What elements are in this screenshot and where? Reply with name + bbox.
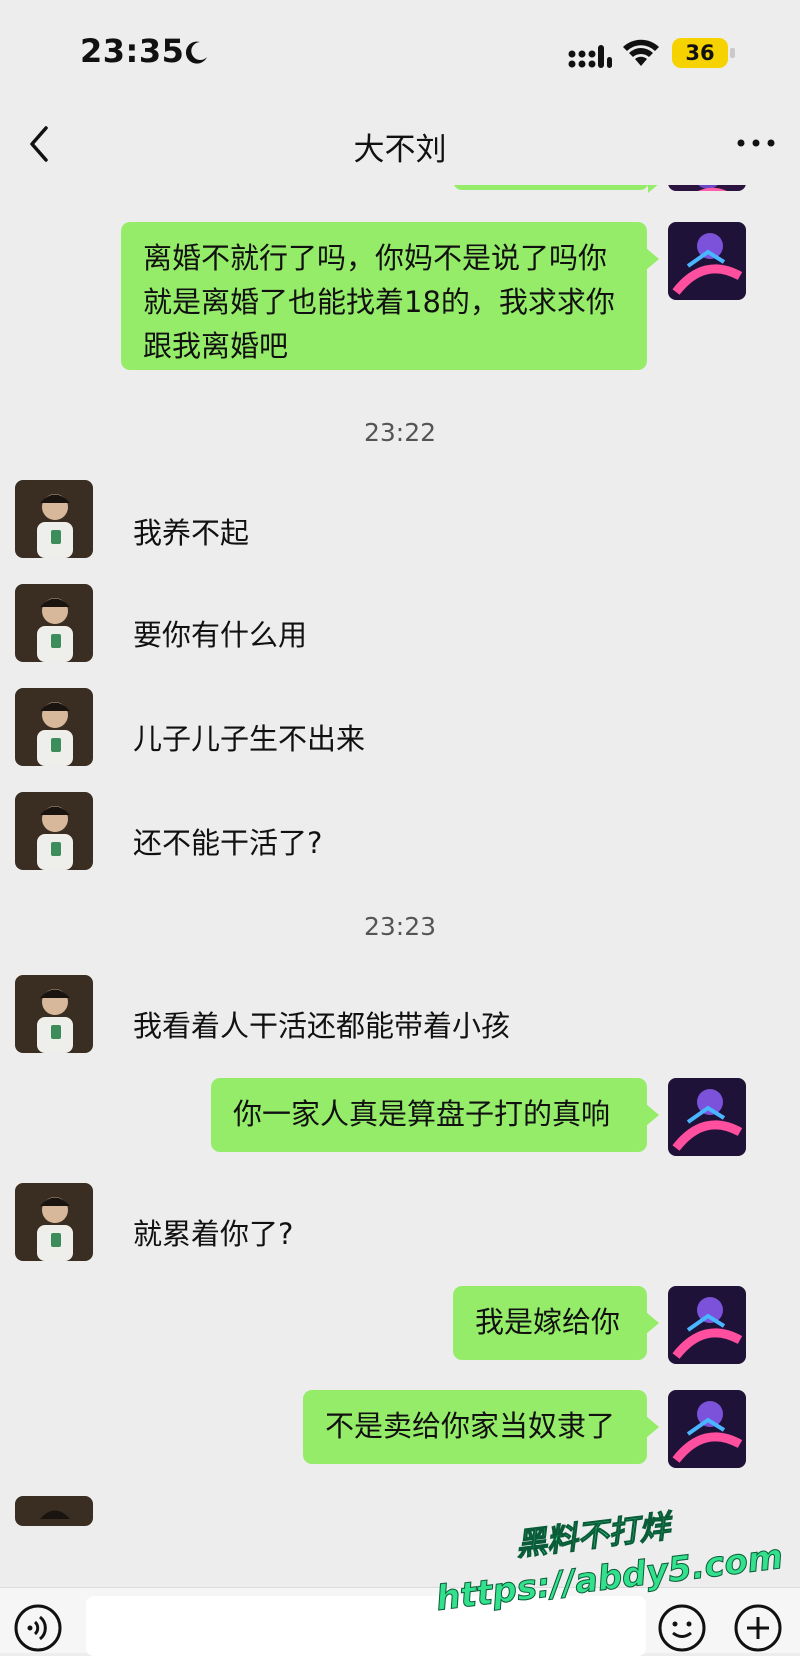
- input-bar: [0, 1587, 800, 1656]
- my-avatar[interactable]: [668, 1390, 746, 1468]
- my-avatar[interactable]: [668, 185, 746, 191]
- contact-avatar[interactable]: [15, 792, 93, 870]
- contact-avatar[interactable]: [15, 584, 93, 662]
- message-bubble-contact[interactable]: 就累着你了?: [133, 1198, 315, 1270]
- my-avatar[interactable]: [668, 1286, 746, 1364]
- my-avatar[interactable]: [668, 222, 746, 300]
- chat-area[interactable]: 离婚不就行了吗，你妈不是说了吗你就是离婚了也能找着18的，我求求你跟我离婚吧 2…: [0, 185, 800, 1587]
- nav-bar: 大不刘: [0, 110, 800, 185]
- message-bubble-mine[interactable]: 不是卖给你家当奴隶了: [303, 1390, 659, 1464]
- message-bubble-mine[interactable]: 离婚不就行了吗，你妈不是说了吗你就是离婚了也能找着18的，我求求你跟我离婚吧: [121, 222, 659, 370]
- signal-icon: [568, 45, 612, 68]
- message-bubble-contact[interactable]: 我养不起: [133, 497, 271, 569]
- message-input[interactable]: [86, 1596, 646, 1656]
- message-bubble-contact[interactable]: 还不能干活了?: [133, 807, 344, 879]
- status-time: 23:35: [80, 32, 185, 70]
- message-bubble-contact[interactable]: 儿子儿子生不出来: [133, 703, 387, 775]
- message-timestamp: 23:23: [363, 912, 437, 941]
- my-avatar[interactable]: [668, 1078, 746, 1156]
- message-bubble-mine[interactable]: 我是嫁给你: [453, 1286, 659, 1360]
- contact-avatar[interactable]: [15, 688, 93, 766]
- message-timestamp: 23:22: [363, 418, 437, 447]
- chat-title: 大不刘: [353, 132, 447, 168]
- contact-avatar[interactable]: [15, 975, 93, 1053]
- contact-avatar[interactable]: [15, 480, 93, 558]
- moon-icon: [185, 41, 207, 64]
- message-bubble-contact[interactable]: 我看着人干活还都能带着小孩: [133, 990, 532, 1062]
- more-icon[interactable]: [734, 128, 778, 158]
- contact-avatar[interactable]: [15, 1183, 93, 1261]
- battery-level: 36: [685, 41, 715, 65]
- message-bubble-contact[interactable]: 要你有什么用: [133, 599, 329, 671]
- wifi-icon: [623, 39, 659, 66]
- battery-icon: 36: [672, 38, 738, 70]
- status-bar: 23:35 36: [0, 0, 800, 110]
- plus-icon[interactable]: [732, 1602, 784, 1654]
- contact-avatar[interactable]: [15, 1496, 93, 1526]
- voice-icon[interactable]: [12, 1602, 64, 1654]
- message-bubble-mine[interactable]: 你一家人真是算盘子打的真响: [211, 1078, 659, 1152]
- partial-message-bubble[interactable]: [453, 185, 661, 193]
- emoji-icon[interactable]: [656, 1602, 708, 1654]
